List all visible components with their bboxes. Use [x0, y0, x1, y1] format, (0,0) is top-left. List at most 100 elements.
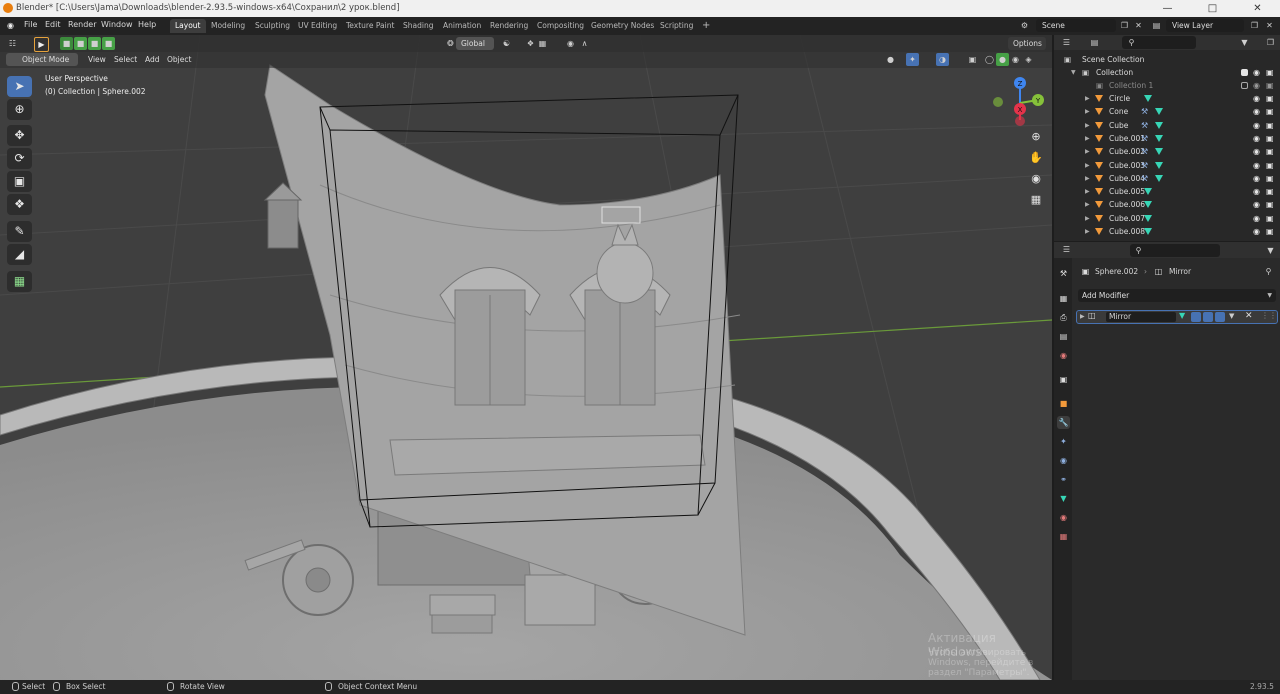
overlay-toggle-icon[interactable]: ◑ — [936, 53, 949, 66]
camera-icon[interactable]: ▣ — [1266, 159, 1274, 172]
select-mode-icon[interactable]: ▶ — [34, 37, 49, 52]
outliner-object-row[interactable]: ▶ Circle ◉ ▣ — [1054, 92, 1280, 105]
tab-layout[interactable]: Layout — [170, 19, 206, 33]
camera-icon[interactable]: ▣ — [1266, 145, 1274, 158]
pan-hand-icon[interactable]: ✋ — [1026, 148, 1046, 168]
pin-icon[interactable]: ⚲ — [1262, 265, 1275, 278]
tab-shading[interactable]: Shading — [398, 19, 438, 33]
tab-texture-paint[interactable]: Texture Paint — [341, 19, 399, 33]
outliner-editor-icon[interactable]: ☰ — [1060, 36, 1073, 49]
wrench-icon[interactable]: ⚒ — [1141, 105, 1148, 118]
expand-chevron-icon[interactable]: ▶ — [1085, 212, 1090, 225]
minimize-icon[interactable]: — — [1145, 0, 1190, 17]
blender-menu-icon[interactable]: ◉ — [4, 19, 17, 32]
outliner-scene-collection[interactable]: ▣ Scene Collection — [1054, 53, 1280, 66]
new-collection-icon[interactable]: ❐ — [1264, 36, 1277, 49]
expand-chevron-icon[interactable]: ▶ — [1085, 225, 1090, 238]
mesh-data-icon[interactable] — [1144, 201, 1152, 209]
outliner-object-row[interactable]: ▶ Cube.005 ◉ ▣ — [1054, 185, 1280, 198]
outliner-collection[interactable]: ▼ ▣ Collection ◉ ▣ — [1054, 66, 1280, 79]
add-workspace-button[interactable]: + — [697, 19, 715, 33]
camera-view-icon[interactable]: ◉ — [1026, 169, 1046, 189]
menu-view[interactable]: View — [88, 55, 106, 64]
rotate-tool-icon[interactable]: ⟳ — [7, 148, 32, 169]
edit-mode-cage-icon[interactable]: ▼ — [1179, 311, 1185, 320]
expand-chevron-icon[interactable]: ▶ — [1085, 198, 1090, 211]
expand-chevron-icon[interactable]: ▶ — [1085, 105, 1090, 118]
tab-sculpting[interactable]: Sculpting — [250, 19, 295, 33]
shading-material-icon[interactable]: ◉ — [1009, 53, 1022, 66]
object-tab-icon[interactable]: ■ — [1057, 397, 1070, 410]
visibility-icon[interactable]: ● — [884, 53, 897, 66]
editor-type-icon[interactable]: ☷ — [6, 37, 19, 50]
tab-animation[interactable]: Animation — [438, 19, 486, 33]
expand-chevron-icon[interactable]: ▶ — [1085, 159, 1090, 172]
eye-icon[interactable]: ◉ — [1253, 145, 1260, 158]
view-layer-tab-icon[interactable]: ▤ — [1057, 330, 1070, 343]
mesh-data-icon[interactable] — [1155, 121, 1163, 129]
view-layer-icon[interactable]: ▤ — [1150, 19, 1163, 32]
show-in-viewport-icon[interactable] — [1203, 312, 1213, 322]
particles-tab-icon[interactable]: ✦ — [1057, 435, 1070, 448]
collection-checkbox[interactable] — [1241, 69, 1248, 76]
eye-icon[interactable]: ◉ — [1253, 225, 1260, 238]
filter-icon[interactable]: ▼ — [1238, 36, 1251, 49]
shading-solid-icon[interactable]: ● — [996, 53, 1009, 66]
eye-icon[interactable]: ◉ — [1253, 172, 1260, 185]
add-cube-tool-icon[interactable]: ▦ — [7, 271, 32, 292]
snap-target-icon[interactable]: ▦ — [536, 37, 549, 50]
outliner-object-row[interactable]: ▶ Cube.006 ◉ ▣ — [1054, 198, 1280, 211]
outliner-object-row[interactable]: ▶ Cube.002 ⚒ ◉ ▣ — [1054, 145, 1280, 158]
select-tool-icon[interactable]: ➤ — [7, 76, 32, 97]
eye-icon[interactable]: ◉ — [1253, 119, 1260, 132]
mesh-data-icon[interactable] — [1144, 214, 1152, 222]
mode-dropdown[interactable]: Object Mode — [6, 53, 78, 66]
scene-icon[interactable]: ⚙ — [1018, 19, 1031, 32]
physics-tab-icon[interactable]: ◉ — [1057, 454, 1070, 467]
material-tab-icon[interactable]: ◉ — [1057, 511, 1070, 524]
constraints-tab-icon[interactable]: ⚭ — [1057, 473, 1070, 486]
select-subtract-icon[interactable]: ■ — [88, 37, 101, 50]
data-tab-icon[interactable]: ▼ — [1057, 492, 1070, 505]
expand-chevron-icon[interactable]: ▶ — [1080, 313, 1085, 320]
modifier-tab-icon[interactable]: 🔧 — [1057, 416, 1070, 429]
camera-icon[interactable]: ▣ — [1266, 172, 1274, 185]
wrench-icon[interactable]: ⚒ — [1141, 159, 1148, 172]
pivot-icon[interactable]: ☯ — [500, 37, 513, 50]
mesh-data-icon[interactable] — [1155, 108, 1163, 116]
outliner-object-row[interactable]: ▶ Cube.004 ⚒ ◉ ▣ — [1054, 172, 1280, 185]
scene-render[interactable] — [0, 35, 1052, 680]
delete-view-layer-icon[interactable]: ✕ — [1263, 19, 1276, 32]
zoom-icon[interactable]: ⊕ — [1026, 127, 1046, 147]
camera-icon[interactable]: ▣ — [1266, 212, 1274, 225]
tab-rendering[interactable]: Rendering — [485, 19, 533, 33]
annotate-tool-icon[interactable]: ✎ — [7, 221, 32, 242]
expand-chevron-icon[interactable]: ▶ — [1085, 132, 1090, 145]
shading-rendered-icon[interactable]: ◈ — [1022, 53, 1035, 66]
select-box-icon[interactable]: ■ — [60, 37, 73, 50]
mesh-data-icon[interactable] — [1144, 228, 1152, 235]
collection-tab-icon[interactable]: ▣ — [1057, 373, 1070, 386]
move-tool-icon[interactable]: ✥ — [7, 125, 32, 146]
camera-icon[interactable]: ▣ — [1266, 119, 1274, 132]
view-layer-selector[interactable]: View Layer — [1166, 19, 1244, 32]
menu-window[interactable]: Window — [101, 20, 133, 29]
outliner-object-row[interactable]: ▶ Cube.001 ⚒ ◉ ▣ — [1054, 132, 1280, 145]
expand-chevron-icon[interactable]: ▶ — [1085, 185, 1090, 198]
remove-modifier-icon[interactable]: ✕ — [1245, 311, 1253, 321]
navigation-gizmo[interactable]: Z Y X — [990, 75, 1050, 135]
wrench-icon[interactable]: ⚒ — [1141, 145, 1148, 158]
tab-modeling[interactable]: Modeling — [206, 19, 250, 33]
expand-chevron-icon[interactable]: ▶ — [1085, 92, 1090, 105]
wrench-icon[interactable]: ⚒ — [1141, 172, 1148, 185]
outliner-object-row[interactable]: ▶ Cube.007 ◉ ▣ — [1054, 212, 1280, 225]
proportional-edit-icon[interactable]: ◉ — [564, 37, 577, 50]
tab-scripting[interactable]: Scripting — [655, 19, 698, 33]
show-in-editmode-icon[interactable] — [1191, 312, 1201, 322]
tab-uv-editing[interactable]: UV Editing — [293, 19, 342, 33]
eye-icon[interactable]: ◉ — [1253, 185, 1260, 198]
select-extend-icon[interactable]: ■ — [74, 37, 87, 50]
menu-object[interactable]: Object — [167, 55, 191, 64]
modifier-name-input[interactable]: Mirror — [1106, 312, 1176, 322]
scene-tab-icon[interactable]: ◉ — [1057, 349, 1070, 362]
